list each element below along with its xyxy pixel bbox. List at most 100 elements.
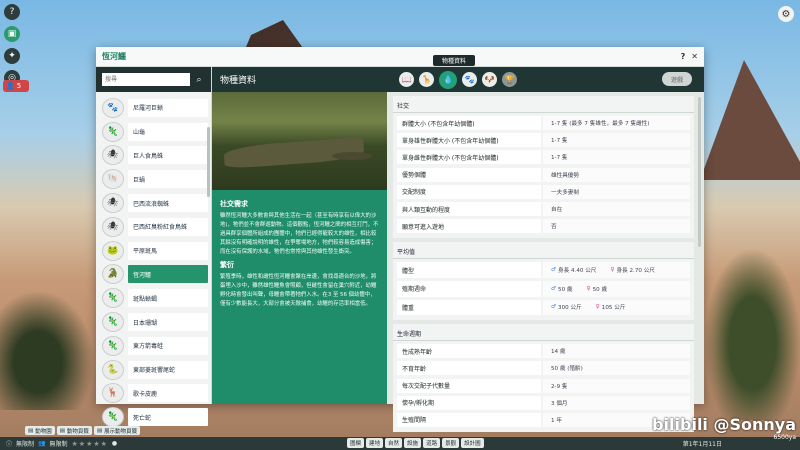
species-thumbnail: 🐚 xyxy=(102,169,124,190)
species-label: 歌卡皮鹿 xyxy=(128,384,208,403)
background-mountain-right xyxy=(700,60,800,180)
species-item[interactable]: 🐍 東部菱斑響尾蛇 xyxy=(102,358,211,382)
stat-key: 與人類互動的程度 xyxy=(397,202,541,217)
species-item[interactable]: 🕷 巴西紅臭粉紅食鳥蛛 xyxy=(102,215,211,239)
species-label: 平原斑馬 xyxy=(128,241,208,260)
section-title: 平均值 xyxy=(393,245,694,260)
stat-value: 1-7 隻 xyxy=(543,150,690,165)
mode-construction-button[interactable]: 建地 xyxy=(366,438,384,448)
stat-row: 單身雌性群體大小 (不包含年幼個體) 1-7 隻 xyxy=(397,149,690,165)
exhibit-tab-label: 展示動物頁籤 xyxy=(104,428,138,435)
female-icon: ♀ xyxy=(586,285,591,292)
breeding-heading: 繁衍 xyxy=(220,261,234,269)
species-item[interactable]: 🦎 東方箭毒蛙 xyxy=(102,334,211,358)
mode-paths-button[interactable]: 道路 xyxy=(423,438,441,448)
list-icon: ▤ xyxy=(96,427,103,434)
mode-facilities-button[interactable]: 設施 xyxy=(404,438,422,448)
droplet-icon[interactable]: 💧 xyxy=(439,70,457,89)
species-description-panel: 物種資料 社交需求 雖然恆河鱷大多數會與其他生活在一起（甚至有時享有以偉大的沙地… xyxy=(212,67,387,404)
description-body: 社交需求 雖然恆河鱷大多數會與其他生活在一起（甚至有時享有以偉大的沙地)，牠們並… xyxy=(212,190,387,315)
stats-scrollbar[interactable] xyxy=(698,97,701,247)
species-item[interactable]: 🦎 斑點蜥蝎 xyxy=(102,286,211,310)
trophy-icon[interactable]: 🏆 xyxy=(502,72,517,87)
book-icon[interactable]: 📖 xyxy=(399,72,414,87)
paw-icon[interactable]: 🐾 xyxy=(462,72,477,87)
stat-row: 體重 ♂ 300 公斤 ♀ 105 公斤 xyxy=(397,299,690,317)
stat-row: 單身雄性群體大小 (不包含年幼個體) 1-7 隻 xyxy=(397,132,690,148)
species-item[interactable]: 🦎 山龜 xyxy=(102,120,211,144)
animals-tab-button[interactable]: ▤ 動物頁籤 xyxy=(56,426,92,435)
species-label: 巨蝸 xyxy=(128,170,208,189)
stat-value: 50 歲 (殖齡) xyxy=(543,361,690,376)
species-thumbnail: 🕷 xyxy=(102,216,124,237)
search-icon[interactable]: ⌕ xyxy=(193,75,205,85)
quick-buttons: ▤ 動物園 ▤ 動物頁籤 ▤ 展示動物頁籤 xyxy=(25,426,141,435)
stat-row: 懷孕/孵化期 3 個月 xyxy=(397,395,690,411)
social-section: 社交 群體大小 (不包含年幼個體) 1-7 隻 (最多 7 隻雄性，最多 7 隻雌… xyxy=(393,96,694,239)
stat-value: 自在 xyxy=(543,202,690,217)
species-thumbnail: 🦎 xyxy=(102,335,124,356)
stat-value: 1-7 隻 (最多 7 隻雄性，最多 7 隻雌性) xyxy=(543,116,690,131)
stat-key: 體型 xyxy=(397,262,541,278)
stat-value: ♂ 300 公斤 ♀ 105 公斤 xyxy=(543,299,690,316)
mode-habitat-button[interactable]: 圍欄 xyxy=(347,438,365,448)
background-vegetation-right xyxy=(705,250,800,420)
zoo-button[interactable]: ▤ 動物園 xyxy=(25,426,55,435)
watermark-brand: bilibili @Sonnya xyxy=(652,415,796,434)
female-value: 105 公斤 xyxy=(601,305,626,312)
close-button[interactable]: ✕ xyxy=(691,52,698,61)
list-icon: ▤ xyxy=(28,427,34,434)
locked-button[interactable]: 遊戲 xyxy=(662,72,692,86)
help-icon[interactable]: ? xyxy=(4,4,20,20)
stat-key: 殖期週命 xyxy=(397,280,541,297)
species-item[interactable]: 🕷 巴西流浪蜘蛛 xyxy=(102,191,211,215)
money-label: 無限制 xyxy=(16,441,35,448)
list-icon: ▤ xyxy=(59,427,65,434)
species-thumbnail: 🐾 xyxy=(102,97,124,118)
social-heading: 社交需求 xyxy=(220,200,248,208)
game-date: 第1年1月11日 xyxy=(682,441,722,448)
guest-counter[interactable]: 👤 5 xyxy=(3,80,29,92)
mode-nature-button[interactable]: 自然 xyxy=(385,438,403,448)
species-item[interactable]: 🦎 日本珊瑚 xyxy=(102,310,211,334)
person-icon: 👤 xyxy=(6,82,15,90)
help-button[interactable]: ? xyxy=(681,52,686,61)
species-item[interactable]: 🕷 巨人食鳥蛛 xyxy=(102,144,211,168)
mode-buttons: 圍欄 建地 自然 設施 道路 景觀 設計圖 xyxy=(347,438,484,448)
panel-header: 物種資料 xyxy=(212,67,387,92)
species-label: 恆河鱷 xyxy=(128,265,208,284)
species-item-selected[interactable]: 🐊 恆河鱷 xyxy=(102,263,211,287)
species-photo xyxy=(212,92,387,190)
gear-icon[interactable]: ⚙ xyxy=(778,6,794,22)
window-title: 恆河鱷 xyxy=(102,52,126,61)
alert-icon[interactable]: ● xyxy=(112,440,117,447)
species-stats-panel: 📖 🦒 💧 🐾 🐶 🏆 遊戲 社交 群體大小 (不包含年幼個體) 1-7 隻 (最… xyxy=(387,67,704,433)
zoopedia-icon[interactable]: ▣ xyxy=(4,26,20,42)
zoopedia-window: 恆河鱷 ? ✕ 物種資料 ⌕ 🐾尼羅河巨蜥 🦎山龜 🕷巨人食鳥蛛 🐚巨蝸 🕷巴西… xyxy=(96,47,704,433)
search-input[interactable] xyxy=(102,73,190,86)
species-list-scrollbar[interactable] xyxy=(207,127,210,197)
pet-icon[interactable]: 🐶 xyxy=(482,72,497,87)
male-icon: ♂ xyxy=(551,304,557,311)
species-item[interactable]: 🦌 歌卡皮鹿 xyxy=(102,382,211,406)
stat-key: 單身雌性群體大小 (不包含年幼個體) xyxy=(397,150,541,165)
photo-mode-icon[interactable]: ✦ xyxy=(4,48,20,64)
species-thumbnail: 🦎 xyxy=(102,312,124,333)
giraffe-icon[interactable]: 🦒 xyxy=(419,72,434,87)
species-label: 巴西流浪蜘蛛 xyxy=(128,194,208,213)
stat-key: 交配制度 xyxy=(397,184,541,199)
status-bar: ⓘ 無限制 👥 無限制 ★★★★★ ● 圍欄 建地 自然 設施 道路 景觀 設計… xyxy=(0,437,800,450)
species-item[interactable]: 🐸 平原斑馬 xyxy=(102,239,211,263)
window-titlebar: 恆河鱷 ? ✕ xyxy=(96,47,704,67)
species-thumbnail: 🐍 xyxy=(102,359,124,380)
exhibit-tab-button[interactable]: ▤ 展示動物頁籤 xyxy=(93,426,141,435)
species-item[interactable]: 🐚 巨蝸 xyxy=(102,167,211,191)
stat-value: 3 個月 xyxy=(543,395,690,410)
mode-blueprints-button[interactable]: 設計圖 xyxy=(461,438,484,448)
species-item[interactable]: 🐾 尼羅河巨蜥 xyxy=(102,96,211,120)
female-icon: ♀ xyxy=(610,267,615,274)
stat-row: 群體大小 (不包含年幼個體) 1-7 隻 (最多 7 隻雄性，最多 7 隻雌性) xyxy=(397,115,690,131)
mode-scenery-button[interactable]: 景觀 xyxy=(442,438,460,448)
background-vegetation-left xyxy=(0,290,95,410)
stat-value: 雄性具優勢 xyxy=(543,167,690,182)
